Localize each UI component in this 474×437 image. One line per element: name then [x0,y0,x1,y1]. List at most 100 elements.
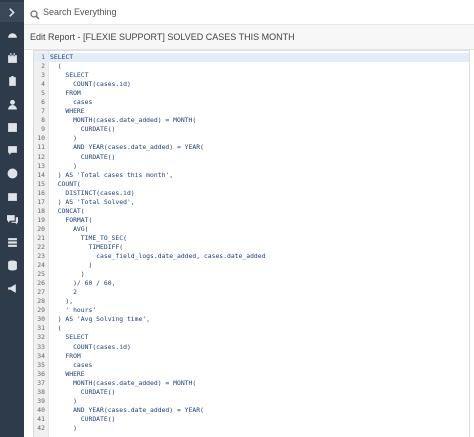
code-text: DISTINCT(cases.id) [50,188,135,197]
line-number: 32 [37,333,45,342]
code-line[interactable]: 6 cases [34,98,469,107]
sidebar-item-closed[interactable] [0,163,24,183]
code-line[interactable]: 12 CURDATE() [34,153,469,162]
code-text: FROM [50,89,81,98]
code-line[interactable]: 2 ( [34,62,469,71]
code-line[interactable]: 14 ) AS 'Total cases this month', [34,171,469,180]
code-text: cases [50,98,93,107]
code-line[interactable]: 31 ( [34,324,469,333]
sidebar-item-tasks[interactable] [0,71,24,91]
sidebar-item-contacts[interactable] [0,117,24,137]
sidebar-item-calendar[interactable] [0,48,24,68]
code-line[interactable]: 4 COUNT(cases.id) [34,80,469,89]
sidebar-toggle[interactable] [0,2,24,22]
code-line[interactable]: 16 DISTINCT(cases.id) [34,189,469,198]
code-line[interactable]: 41 CURDATE() [34,415,469,424]
code-line[interactable]: 7 WHERE [34,107,469,116]
contacts-icon [7,122,17,132]
code-line[interactable]: 36 WHERE [34,370,469,379]
code-line[interactable]: 1 SELECT [34,53,469,63]
line-number: 30 [37,315,45,324]
code-line[interactable]: 10 ) [34,134,469,143]
code-line[interactable]: 29 ' hours' [34,306,469,315]
code-text: ) AS 'Total Solved', [50,197,135,206]
code-text: CONCAT( [50,206,85,215]
code-line[interactable]: 23 case_field_logs.date_added, cases.dat… [34,252,469,261]
announcement-icon [7,283,16,293]
code-text: COUNT(cases.id) [50,342,131,351]
code-text: AVG( [50,224,89,233]
sidebar-item-chat[interactable] [0,140,24,160]
code-line[interactable]: 13 ) [34,162,469,171]
line-number: 28 [37,297,45,306]
line-number: 42 [37,423,45,432]
code-line[interactable]: 32 SELECT [34,333,469,342]
sidebar-item-reports[interactable] [0,232,24,252]
code-text: SELECT [50,71,89,80]
code-line[interactable]: 19 FORMAT( [34,216,469,225]
code-text: ), [50,297,74,306]
sidebar-item-messages[interactable] [0,209,24,229]
sidebar-item-dashboard[interactable] [0,25,24,45]
code-line[interactable]: 11 AND YEAR(cases.date_added) = YEAR( [34,143,469,152]
line-number: 33 [37,342,45,351]
code-line[interactable]: 24 ) [34,261,469,270]
code-text: TIME_TO_SEC( [50,233,127,242]
code-line[interactable]: 25 ) [34,270,469,279]
code-line[interactable]: 26 )/ 60 / 60, [34,279,469,288]
code-line[interactable]: 40 AND YEAR(cases.date_added) = YEAR( [34,406,469,415]
code-text: WHERE [50,369,85,378]
title-bar: Edit Report - [FLEXIE SUPPORT] SOLVED CA… [24,25,474,50]
code-line[interactable]: 21 TIME_TO_SEC( [34,234,469,243]
code-text: )/ 60 / 60, [50,279,116,288]
line-number: 24 [37,261,45,270]
code-line[interactable]: 20 AVG( [34,225,469,234]
code-line[interactable]: 28 ), [34,297,469,306]
code-text: TIMEDIFF( [50,242,124,251]
code-line[interactable]: 8 MONTH(cases.date_added) = MONTH( [34,116,469,125]
sidebar-item-users[interactable] [0,94,24,114]
code-line[interactable]: 9 CURDATE() [34,125,469,134]
code-line[interactable]: 42 ) [34,424,469,433]
line-number: 10 [37,134,45,143]
page-title: Edit Report - [FLEXIE SUPPORT] SOLVED CA… [30,32,295,42]
search-input[interactable] [43,7,243,17]
database-icon [7,260,17,270]
top-bar [24,0,474,25]
line-number: 26 [37,279,45,288]
code-text: COUNT( [50,179,81,188]
sidebar-item-database[interactable] [0,255,24,275]
code-line[interactable]: 37 MONTH(cases.date_added) = MONTH( [34,379,469,388]
code-text: MONTH(cases.date_added) = MONTH( [50,116,197,125]
code-line[interactable]: 22 TIMEDIFF( [34,243,469,252]
line-number: 9 [41,125,45,134]
dashboard-icon [7,32,17,38]
code-text: ) [50,261,93,270]
sql-editor[interactable]: 1 SELECT 2 (3 SELECT 4 COUNT(cases.id) 5 FRO… [33,50,470,437]
code-text: ' hours' [50,306,97,315]
code-line[interactable]: 39 ) [34,397,469,406]
code-text: FORMAT( [50,215,93,224]
sidebar-item-events[interactable] [0,186,24,206]
line-number: 31 [37,324,45,333]
code-line[interactable]: 33 COUNT(cases.id) [34,343,469,352]
code-line[interactable]: 27 2 [34,288,469,297]
line-number: 34 [37,351,45,360]
code-line[interactable]: 30 ) AS 'Avg Solving time', [34,315,469,324]
search-icon [30,7,40,20]
code-text: 2 [50,288,77,297]
line-number: 12 [37,152,45,161]
code-line[interactable]: 38 CURDATE() [34,388,469,397]
code-text: ) [50,134,77,143]
code-line[interactable]: 5 FROM [34,89,469,98]
code-line[interactable]: 15 COUNT( [34,180,469,189]
clipboard-icon [8,75,16,86]
code-line[interactable]: 3 SELECT [34,71,469,80]
sidebar-item-announcements[interactable] [0,278,24,298]
code-line[interactable]: 17 ) AS 'Total Solved', [34,198,469,207]
code-line[interactable]: 18 CONCAT( [34,207,469,216]
line-number: 6 [41,98,45,107]
code-line[interactable]: 34 FROM [34,352,469,361]
chat-icon [7,145,17,155]
code-line[interactable]: 35 cases [34,361,469,370]
